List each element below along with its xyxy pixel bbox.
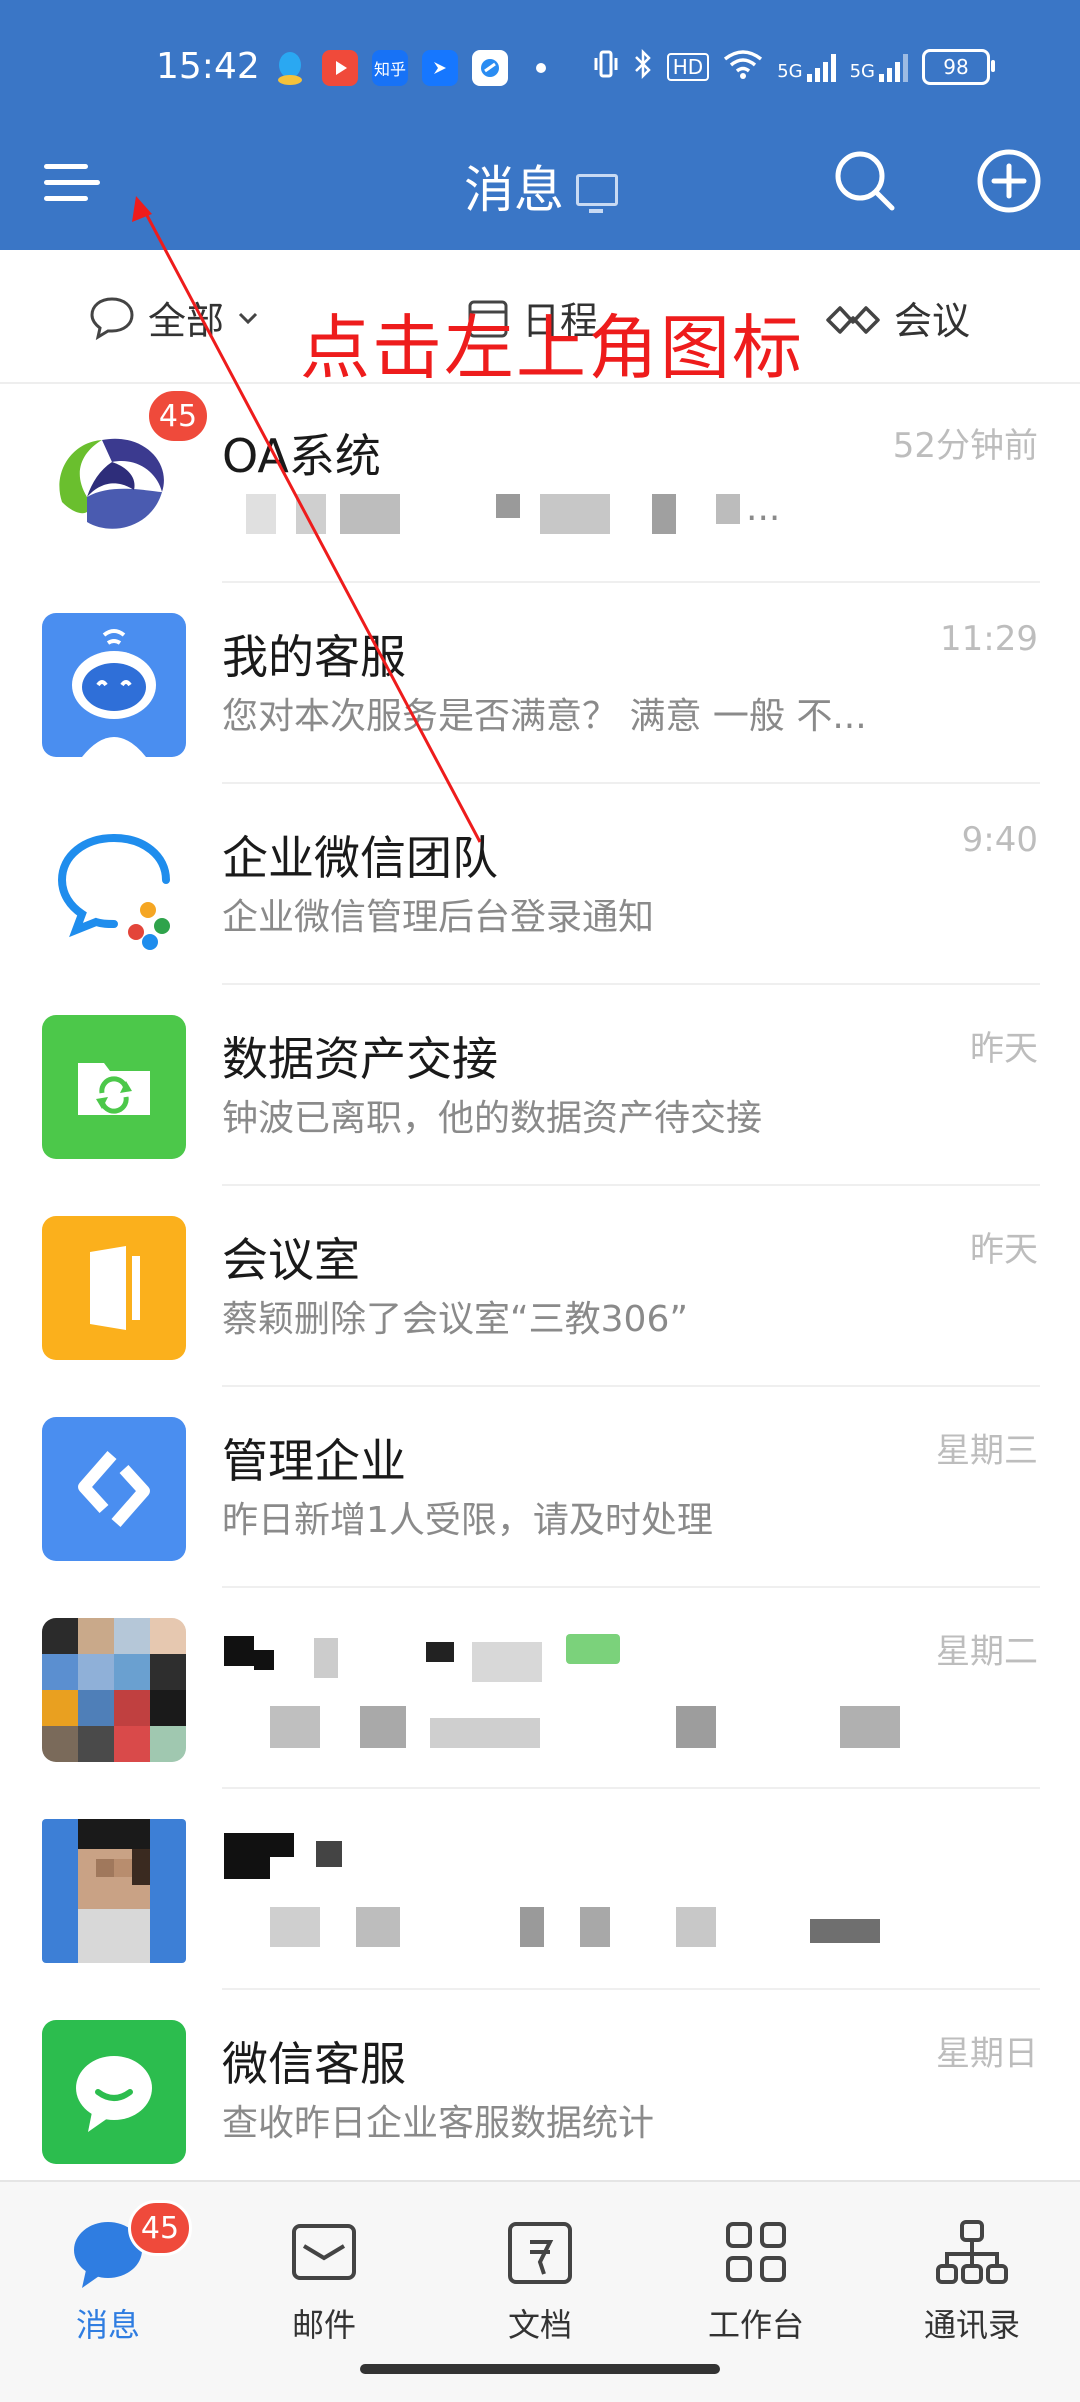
tab-label: 消息 [75,2306,140,2344]
home-indicator[interactable] [360,2364,720,2374]
tab-label: 通讯录 [923,2306,1020,2344]
list-item[interactable]: 数据资产交接 昨天 钟波已离职，他的数据资产待交接 [0,985,1080,1186]
tab-messages[interactable]: 45 消息 [28,2200,192,2346]
tab-contacts[interactable]: 通讯录 [892,2212,1052,2346]
chat-time: 星期日 [936,2034,1038,2074]
chat-name: 微信客服 [222,2037,406,2091]
chat-preview: 昨日新增1人受限，请及时处理 [222,1500,713,1541]
external-tag [566,1634,620,1664]
chat-preview: 蔡颖删除了会议室“三教306” [222,1299,689,1340]
chat-time: 星期三 [936,1431,1038,1471]
door-icon [42,1216,186,1360]
list-item[interactable]: 管理企业 星期三 昨日新增1人受限，请及时处理 [0,1387,1080,1588]
mail-icon [284,2212,364,2292]
list-item[interactable]: 微信客服 星期日 查收昨日企业客服数据统计 [0,1990,1080,2191]
chat-time: 星期二 [936,1632,1038,1672]
list-item[interactable]: 会议室 昨天 蔡颖删除了会议室“三教306” [0,1186,1080,1387]
tab-label: 工作台 [707,2306,804,2344]
person-avatar-icon [42,1819,186,1963]
tab-label: 文档 [507,2306,572,2344]
doc-icon [500,2212,580,2292]
chat-time: 昨天 [970,1230,1038,1270]
chat-preview: 查收昨日企业客服数据统计 [222,2103,655,2144]
tab-mail[interactable]: 邮件 [244,2212,404,2346]
folder-sync-icon [42,1015,186,1159]
chat-name: 管理企业 [222,1434,406,1488]
tab-docs[interactable]: 文档 [460,2212,620,2346]
chat-preview: 钟波已离职，他的数据资产待交接 [222,1098,763,1139]
list-item[interactable]: 星期二 [0,1588,1080,1789]
tab-workbench[interactable]: 工作台 [676,2212,836,2346]
list-item[interactable] [0,1789,1080,1990]
manage-icon [42,1417,186,1561]
tab-badge: 45 [128,2200,192,2256]
chat-bubble-icon [42,2020,186,2164]
chat-name: 会议室 [222,1233,360,1287]
chat-name: 数据资产交接 [222,1032,498,1086]
annotation-arrow [132,196,482,843]
contacts-icon [932,2212,1012,2292]
group-avatar-icon [42,1618,186,1762]
grid-icon [716,2212,796,2292]
tab-label: 邮件 [291,2306,356,2344]
chat-time: 昨天 [970,1029,1038,1069]
